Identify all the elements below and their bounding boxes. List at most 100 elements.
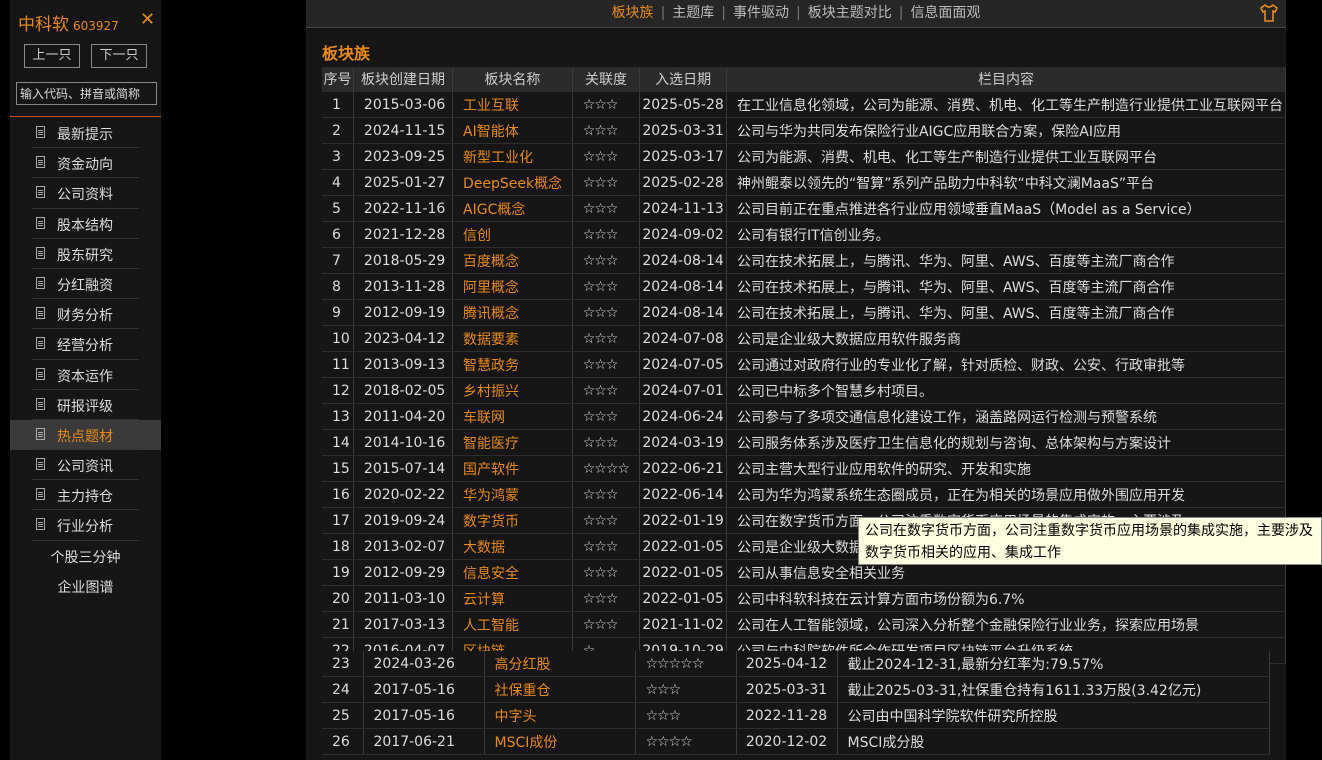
row-index: 23 [322,651,364,677]
sector-name-link[interactable]: 智能医疗 [452,429,573,456]
sidebar-item-label: 股本结构 [57,217,113,234]
table-row: 11 2013-09-13 智慧政务 ☆☆☆ 2024-07-05 公司通过对政府行业的专… [322,351,1287,378]
sector-name-link[interactable]: 数据要素 [452,325,573,352]
sidebar-item[interactable]: 主力持仓 [10,480,161,511]
sector-name-link[interactable]: 高分红股 [484,651,636,677]
tshirt-icon[interactable] [1259,3,1279,23]
sector-name-link[interactable]: 社保重仓 [484,676,636,703]
sidebar-item[interactable]: 企业图谱 [10,571,161,601]
row-content[interactable]: 公司中科软科技在云计算方面市场份额为6.7% [726,585,1287,612]
sidebar-item[interactable]: 行业分析 [10,510,161,541]
row-content[interactable]: 公司为华为鸿蒙系统生态圈成员，正在为相关的场景应用做外围应用开发 [726,481,1287,508]
top-tab[interactable]: 信息面面观 [903,5,987,21]
row-content[interactable]: 公司由中国科学院软件研究所控股 [837,702,1270,729]
sector-name-link[interactable]: 乡村振兴 [452,377,573,404]
row-content[interactable]: 公司在技术拓展上，与腾讯、华为、阿里、AWS、百度等主流厂商合作 [726,247,1287,274]
select-date: 2020-12-02 [736,728,838,755]
row-content[interactable]: 公司与华为共同发布保险行业AIGC应用联合方案，保险AI应用 [726,117,1287,144]
sidebar-item[interactable]: 股东研究 [10,239,161,270]
row-content[interactable]: 公司参与了多项交通信息化建设工作，涵盖路网运行检测与预警系统 [726,403,1287,430]
row-content[interactable]: 公司已中标多个智慧乡村项目。 [726,377,1287,404]
sector-name-link[interactable]: 中字头 [484,702,636,729]
row-content[interactable]: 公司主营大型行业应用软件的研究、开发和实施 [726,455,1287,482]
top-tab[interactable]: 事件驱动 [726,5,796,21]
select-date: 2024-09-02 [639,221,727,248]
sector-name-link[interactable]: 阿里概念 [452,273,573,300]
relevance-stars: ☆☆☆ [572,351,641,378]
top-tab[interactable]: 板块主题对比 [801,5,899,21]
table-row: 2 2024-11-15 AI智能体 ☆☆☆ 2025-03-31 公司与华为共同发布保险… [322,117,1287,144]
row-content[interactable]: 神州鲲泰以领先的“智算”系列产品助力中科软“中科文澜MaaS”平台 [726,169,1287,196]
sector-name-link[interactable]: 国产软件 [452,455,573,482]
sector-name-link[interactable]: AIGC概念 [452,195,573,222]
table-row: 9 2012-09-19 腾讯概念 ☆☆☆ 2024-08-14 公司在技术拓展上，与腾讯… [322,299,1287,326]
sidebar-item-label: 资金动向 [57,157,113,174]
row-content[interactable]: 公司有银行IT信创业务。 [726,221,1287,248]
prev-stock-button[interactable]: 上一只 [24,44,80,68]
sector-name-link[interactable]: 信息安全 [452,559,573,586]
select-date: 2025-03-31 [639,117,727,144]
sector-name-link[interactable]: 新型工业化 [452,143,573,170]
row-index: 14 [322,429,354,456]
row-content[interactable]: 公司通过对政府行业的专业化了解，针对质检、财政、公安、行政审批等 [726,351,1287,378]
sector-name-link[interactable]: 大数据 [452,533,573,560]
sector-name-link[interactable]: 腾讯概念 [452,299,573,326]
top-tab[interactable]: 板块族 [605,5,661,21]
sector-name-link[interactable]: 人工智能 [452,611,573,638]
sector-name-link[interactable]: 华为鸿蒙 [452,481,573,508]
table-row: 1 2015-03-06 工业互联 ☆☆☆ 2025-05-28 在工业信息化领域，公司为… [322,91,1287,118]
column-header: 板块创建日期 [353,67,454,92]
row-content[interactable]: MSCI成分股 [837,728,1270,755]
sidebar-item[interactable]: 资本运作 [10,360,161,390]
sector-name-link[interactable]: 百度概念 [452,247,573,274]
row-content[interactable]: 公司服务体系涉及医疗卫生信息化的规划与咨询、总体架构与方案设计 [726,429,1287,456]
sidebar-item[interactable]: 股本结构 [10,209,161,239]
row-content[interactable]: 在工业信息化领域，公司为能源、消费、机电、化工等生产制造行业提供工业互联网平台 [726,91,1287,118]
select-date: 2024-07-08 [639,325,727,352]
sector-name-link[interactable]: MSCI成份 [484,728,636,755]
sidebar-item[interactable]: 财务分析 [10,299,161,330]
relevance-stars: ☆☆☆ [572,299,641,326]
sidebar-item-label: 分红融资 [57,277,113,294]
select-date: 2025-04-12 [736,651,838,677]
sidebar-item[interactable]: 资金动向 [10,148,161,179]
sector-name-link[interactable]: 智慧政务 [452,351,573,378]
sidebar-menu: 最新提示资金动向公司资料股本结构股东研究分红融资财务分析经营分析资本运作 研报评级… [10,118,161,601]
row-content[interactable]: 公司是企业级大数据应用软件服务商 [726,325,1287,352]
row-content[interactable]: 截止2025-03-31,社保重仓持有1611.33万股(3.42亿元) [837,676,1270,703]
sidebar-item[interactable]: 公司资料 [10,178,161,209]
column-header: 栏目内容 [726,67,1287,92]
row-content[interactable]: 截止2024-12-31,最新分红率为:79.57% [837,651,1270,677]
sector-name-link[interactable]: AI智能体 [452,117,573,144]
sidebar-item[interactable]: 公司资讯 [10,450,161,481]
table-row: 6 2021-12-28 信创 ☆☆☆ 2024-09-02 公司有银行IT信创业务。 [322,221,1287,248]
row-content[interactable]: 公司在人工智能领域，公司深入分析整个金融保险行业业务，探索应用场景 [726,611,1287,638]
sector-name-link[interactable]: DeepSeek概念 [452,169,573,196]
row-content[interactable]: 公司在技术拓展上，与腾讯、华为、阿里、AWS、百度等主流厂商合作 [726,273,1287,300]
relevance-stars: ☆☆☆ [572,195,641,222]
search-input[interactable] [16,82,157,105]
row-content[interactable]: 公司在技术拓展上，与腾讯、华为、阿里、AWS、百度等主流厂商合作 [726,299,1287,326]
relevance-stars: ☆☆☆ [572,559,641,586]
sector-name-link[interactable]: 信创 [452,221,573,248]
next-stock-button[interactable]: 下一只 [91,44,147,68]
row-content[interactable]: 公司目前正在重点推进各行业应用领域垂直MaaS（Model as a Servi… [726,195,1287,222]
top-tab[interactable]: 主题库 [665,5,721,21]
sidebar-item[interactable]: 经营分析 [10,329,161,360]
sector-name-link[interactable]: 数字货币 [452,507,573,534]
sector-name-link[interactable]: 车联网 [452,403,573,430]
sector-name-link[interactable]: 工业互联 [452,91,573,118]
sidebar: 中科软 603927 ✕ 上一只 下一只 最新提示资金动向公司资料股本结构股东研究… [10,0,161,760]
row-content[interactable]: 公司为能源、消费、机电、化工等生产制造行业提供工业互联网平台 [726,143,1287,170]
sidebar-item[interactable]: 分红融资 [10,269,161,300]
sidebar-item[interactable]: 个股三分钟 [10,541,161,571]
relevance-stars: ☆☆☆ [572,247,641,274]
select-date: 2024-06-24 [639,403,727,430]
sidebar-item[interactable]: 研报评级 [10,390,161,421]
sidebar-item-label: 经营分析 [57,338,113,355]
sidebar-item[interactable]: 最新提示 [10,118,161,149]
close-icon[interactable]: ✕ [140,9,155,30]
sidebar-item[interactable]: 热点题材 [10,419,161,451]
sector-name-link[interactable]: 云计算 [452,585,573,612]
sidebar-item-label: 财务分析 [57,308,113,325]
